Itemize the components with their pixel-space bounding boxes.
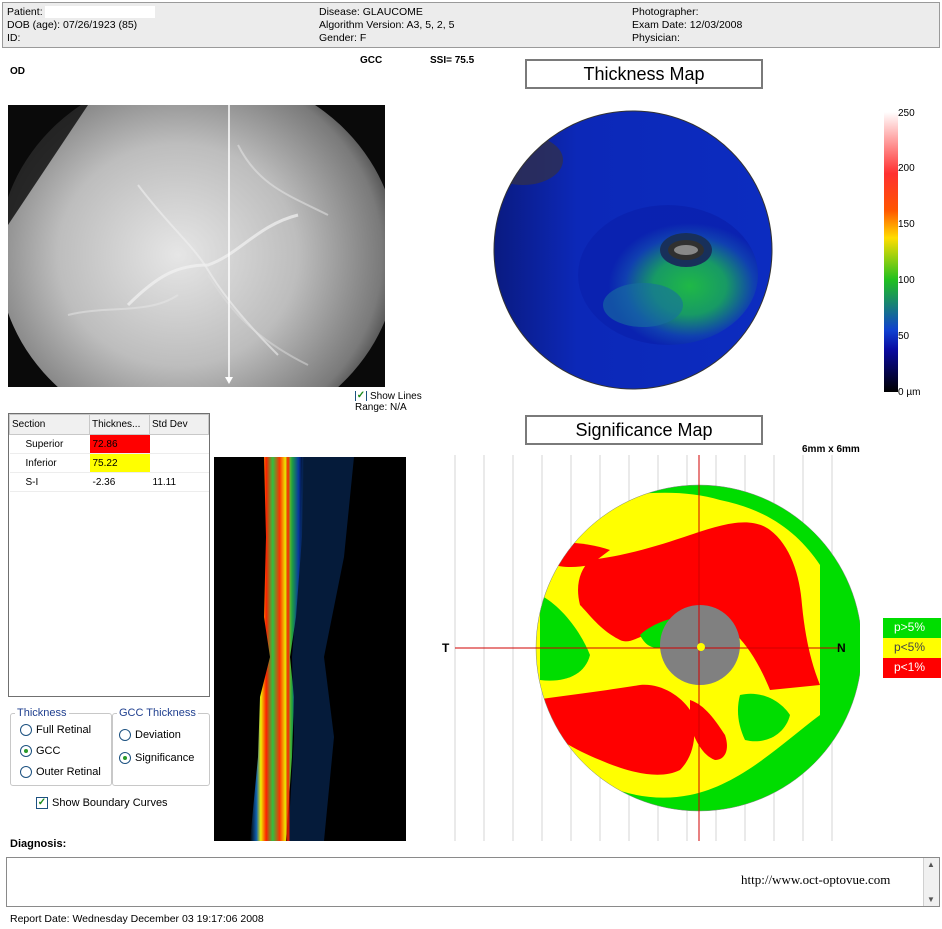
dob-field: DOB (age): 07/26/1923 (85): [7, 19, 138, 31]
radio-icon: [20, 766, 32, 778]
radio-deviation[interactable]: Deviation: [119, 729, 181, 741]
colorbar-tick: 0 µm: [898, 387, 921, 398]
staff-info: Photographer: Exam Date: 12/03/2008 Phys…: [632, 6, 742, 45]
option-label: GCC: [36, 745, 61, 757]
fundus-image[interactable]: [8, 105, 385, 387]
colorbar-tick: 50: [898, 331, 910, 342]
range-label: Range: N/A: [355, 402, 407, 413]
std-cell: 11.11: [149, 472, 209, 492]
bscan-graphic: [250, 457, 354, 841]
radio-significance[interactable]: Significance: [119, 752, 194, 764]
patient-name-redacted: [44, 6, 155, 18]
significance-map-graphic: [454, 455, 863, 841]
radio-full-retinal[interactable]: Full Retinal: [20, 724, 91, 736]
algorithm-field: Algorithm Version: A3, 5, 2, 5: [319, 19, 455, 31]
column-header[interactable]: Thicknes...: [89, 414, 150, 435]
checkbox-checkmark-icon: ✓: [36, 797, 48, 809]
thickness-table: Section Thicknes... Std Dev Superior 72.…: [8, 413, 210, 697]
patient-info: Patient: DOB (age): 07/26/1923 (85) ID:: [7, 6, 155, 45]
option-label: Deviation: [135, 729, 181, 741]
scroll-up-icon[interactable]: ▲: [927, 860, 935, 869]
id-field: ID:: [7, 32, 21, 44]
legend-p-less-5: p<5%: [883, 638, 941, 658]
thickness-colorbar: [884, 112, 898, 392]
oct-bscan-image[interactable]: [214, 457, 406, 841]
option-label: Outer Retinal: [36, 766, 101, 778]
thickness-map-title: Thickness Map: [525, 59, 763, 89]
table-row: Superior 72.86: [9, 434, 209, 454]
diagnosis-url: http://www.oct-optovue.com: [741, 872, 891, 887]
option-label: Significance: [135, 752, 195, 764]
physician-field: Physician:: [632, 32, 680, 44]
nasal-label: N: [837, 641, 846, 655]
radio-icon: [119, 729, 131, 741]
eye-label: OD: [10, 66, 25, 77]
temporal-label: T: [442, 641, 450, 655]
radio-outer-retinal[interactable]: Outer Retinal: [20, 766, 101, 778]
thickness-cell: 72.86: [89, 434, 150, 454]
table-row: S-I -2.36 11.11: [9, 472, 209, 492]
diagnosis-textbox[interactable]: http://www.oct-optovue.com ▲ ▼: [6, 857, 940, 907]
exam-date-field: Exam Date: 12/03/2008: [632, 19, 743, 31]
show-boundary-curves-checkbox[interactable]: ✓ Show Boundary Curves: [36, 797, 168, 809]
fovea-center-marker: [697, 643, 705, 651]
report-date: Report Date: Wednesday December 03 19:17…: [10, 913, 264, 925]
section-cell: Inferior: [9, 453, 90, 473]
section-cell: S-I: [9, 472, 90, 492]
scan-size-label: 6mm x 6mm: [802, 444, 860, 455]
colorbar-tick: 150: [898, 219, 915, 230]
table-row: Inferior 75.22: [9, 453, 209, 473]
thickness-map[interactable]: [493, 110, 773, 390]
exam-info: Disease: GLAUCOME Algorithm Version: A3,…: [319, 6, 454, 45]
show-lines-checkbox[interactable]: ✓ Show Lines: [355, 391, 422, 401]
radio-gcc[interactable]: GCC: [20, 745, 60, 757]
colorbar-tick: 100: [898, 275, 915, 286]
section-cell: Superior: [9, 434, 90, 454]
diagnosis-label: Diagnosis:: [10, 838, 67, 850]
radio-icon: [20, 724, 32, 736]
thickness-map-graphic: [493, 110, 773, 390]
thickness-cell: 75.22: [89, 453, 150, 473]
show-boundary-label: Show Boundary Curves: [52, 797, 168, 809]
std-cell: [149, 434, 209, 454]
radio-selected-icon: [20, 745, 32, 757]
colorbar-tick: 250: [898, 108, 915, 119]
show-lines-label: Show Lines: [370, 391, 422, 401]
thickness-group-label: Thickness: [15, 707, 69, 719]
report-header: Patient: DOB (age): 07/26/1923 (85) ID: …: [2, 2, 940, 48]
significance-map-title: Significance Map: [525, 415, 763, 445]
ssi-label: SSI= 75.5: [430, 55, 475, 66]
scan-type-label: GCC: [360, 55, 383, 66]
colorbar-tick: 200: [898, 163, 915, 174]
colorbar-ticks: 250 200 150 100 50 0 µm: [898, 108, 940, 398]
legend-p-greater-5: p>5%: [883, 618, 941, 638]
checkbox-checkmark-icon: ✓: [355, 391, 367, 401]
column-header[interactable]: Section: [9, 414, 90, 435]
gcc-thickness-group: [112, 713, 210, 786]
significance-map[interactable]: [440, 455, 863, 841]
legend-p-less-1: p<1%: [883, 658, 941, 678]
gender-field: Gender: F: [319, 32, 367, 44]
std-cell: [149, 453, 209, 473]
radio-selected-icon: [119, 752, 131, 764]
scroll-down-icon[interactable]: ▼: [927, 895, 935, 904]
fundus-graphic: [8, 105, 385, 387]
photographer-field: Photographer:: [632, 6, 699, 18]
diagnosis-scrollbar[interactable]: ▲ ▼: [923, 858, 939, 906]
thickness-cell: -2.36: [89, 472, 150, 492]
option-label: Full Retinal: [36, 724, 92, 736]
gcc-thickness-group-label: GCC Thickness: [117, 707, 198, 719]
disease-field: Disease: GLAUCOME: [319, 6, 423, 18]
column-header[interactable]: Std Dev: [149, 414, 209, 435]
patient-label: Patient:: [7, 6, 43, 18]
